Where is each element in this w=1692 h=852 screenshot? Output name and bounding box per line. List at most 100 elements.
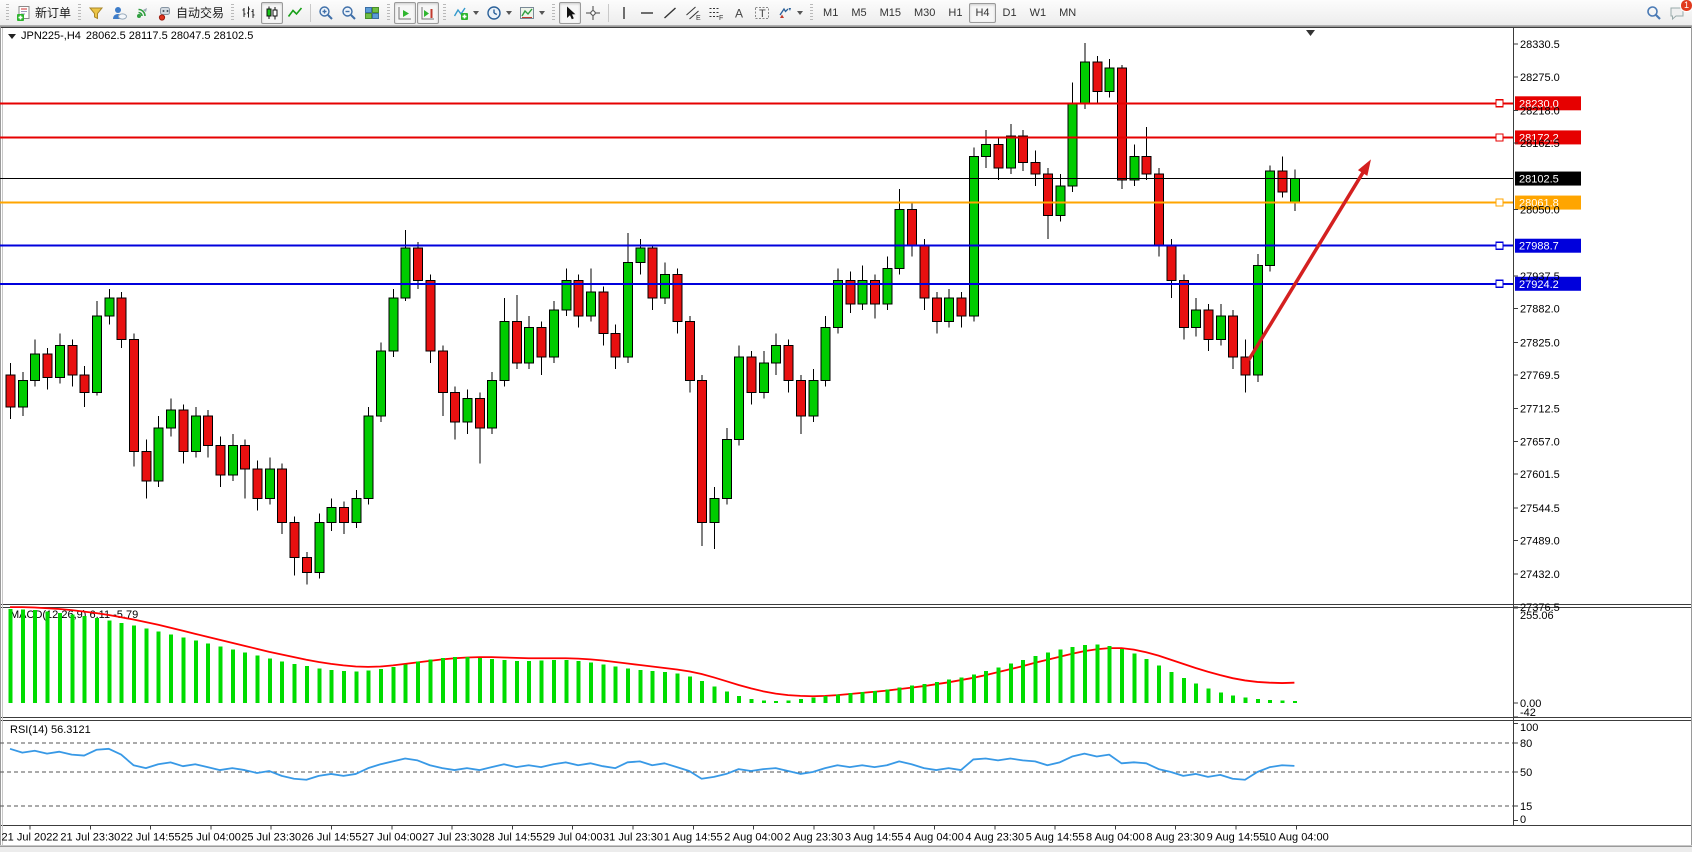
timeframe-d1-button[interactable]: D1 (997, 3, 1023, 23)
chart-canvas[interactable]: 28230.028172.228102.528061.827988.727924… (0, 26, 1692, 847)
svg-text:10 Aug 04:00: 10 Aug 04:00 (1264, 832, 1329, 844)
toolbar-drag-handle[interactable] (552, 4, 555, 22)
toolbar-drag-handle[interactable] (810, 4, 813, 22)
zoom-in-button[interactable] (315, 2, 337, 24)
chart-shift-button[interactable] (417, 2, 439, 24)
timeframe-m5-button[interactable]: M5 (845, 3, 872, 23)
svg-text:2 Aug 23:30: 2 Aug 23:30 (785, 832, 844, 844)
search-icon (1646, 5, 1662, 21)
toolbar-drag-handle[interactable] (6, 4, 9, 22)
svg-text:255.06: 255.06 (1520, 610, 1554, 622)
new-order-button[interactable]: 新订单 (13, 2, 74, 24)
cursor-button[interactable] (559, 2, 581, 24)
svg-text:15: 15 (1520, 801, 1532, 813)
vertical-line-button[interactable] (613, 2, 635, 24)
svg-text:27882.0: 27882.0 (1520, 304, 1560, 316)
indicators-dropdown-arrow (473, 11, 479, 15)
templates-button[interactable] (516, 2, 548, 24)
svg-text:27 Jul 23:30: 27 Jul 23:30 (422, 832, 482, 844)
level-handle (1496, 100, 1503, 107)
svg-text:1 Aug 14:55: 1 Aug 14:55 (664, 832, 723, 844)
chat-button[interactable]: 1 (1666, 2, 1689, 24)
trendline-icon (662, 5, 678, 21)
periods-dropdown-arrow (506, 11, 512, 15)
svg-text:3 Aug 14:55: 3 Aug 14:55 (845, 832, 904, 844)
fibonacci-button[interactable]: F (705, 2, 727, 24)
equidistant-channel-button[interactable]: E (682, 2, 704, 24)
horizontal-line-button[interactable] (636, 2, 658, 24)
arrows-icon (777, 5, 793, 21)
zoom-out-button[interactable] (338, 2, 360, 24)
svg-text:27712.5: 27712.5 (1520, 404, 1560, 416)
cursor-icon (562, 5, 578, 21)
level-handle (1496, 134, 1503, 141)
timeframe-m30-button[interactable]: M30 (908, 3, 941, 23)
periods-button[interactable] (483, 2, 515, 24)
text-button[interactable]: A (728, 2, 750, 24)
toolbar-drag-handle[interactable] (387, 4, 390, 22)
svg-text:2 Aug 04:00: 2 Aug 04:00 (724, 832, 783, 844)
funnel-icon (88, 5, 104, 21)
favorites-button[interactable] (85, 2, 107, 24)
text-icon: A (731, 5, 747, 21)
auto-scroll-button[interactable] (394, 2, 416, 24)
horizontal-line-icon (639, 5, 655, 21)
trendline-button[interactable] (659, 2, 681, 24)
timeframe-w1-button[interactable]: W1 (1024, 3, 1053, 23)
svg-text:50: 50 (1520, 767, 1532, 779)
svg-text:28050.0: 28050.0 (1520, 205, 1560, 217)
zoom-in-icon (318, 5, 334, 21)
community-button[interactable] (108, 2, 130, 24)
bar-chart-button[interactable] (238, 2, 260, 24)
toolbar-drag-handle[interactable] (78, 4, 81, 22)
svg-text:4 Aug 04:00: 4 Aug 04:00 (905, 832, 964, 844)
timeframe-mn-button[interactable]: MN (1053, 3, 1082, 23)
chart-background (0, 26, 1692, 847)
svg-text:27489.0: 27489.0 (1520, 536, 1560, 548)
svg-text:27 Jul 04:00: 27 Jul 04:00 (362, 832, 422, 844)
text-label-button[interactable]: T (751, 2, 773, 24)
timeframe-h4-button[interactable]: H4 (969, 3, 995, 23)
svg-text:31 Jul 23:30: 31 Jul 23:30 (603, 832, 663, 844)
svg-text:27601.5: 27601.5 (1520, 469, 1560, 481)
svg-text:27544.5: 27544.5 (1520, 503, 1560, 515)
arrows-dropdown-arrow (797, 11, 803, 15)
level-handle (1496, 199, 1503, 206)
chart-shift-icon (420, 5, 436, 21)
signals-button[interactable] (131, 2, 153, 24)
svg-text:E: E (696, 15, 701, 21)
svg-text:0: 0 (1520, 814, 1526, 826)
auto-scroll-icon (397, 5, 413, 21)
new-order-icon (16, 5, 32, 21)
svg-text:8 Aug 04:00: 8 Aug 04:00 (1086, 832, 1145, 844)
timeframe-h1-button[interactable]: H1 (942, 3, 968, 23)
toolbar-drag-handle[interactable] (443, 4, 446, 22)
search-button[interactable] (1643, 2, 1665, 24)
timeframe-m15-button[interactable]: M15 (874, 3, 907, 23)
svg-text:28275.0: 28275.0 (1520, 72, 1560, 84)
bar-chart-icon (241, 5, 257, 21)
level-handle (1496, 280, 1503, 287)
arrows-button[interactable] (774, 2, 806, 24)
chart-title-overlay: JPN225-,H4 28062.5 28117.5 28047.5 28102… (8, 30, 253, 42)
svg-text:27769.5: 27769.5 (1520, 370, 1560, 382)
svg-text:21 Jul 23:30: 21 Jul 23:30 (60, 832, 120, 844)
crosshair-button[interactable] (582, 2, 604, 24)
svg-text:4 Aug 23:30: 4 Aug 23:30 (965, 832, 1024, 844)
timeframe-m1-button[interactable]: M1 (817, 3, 844, 23)
vertical-line-icon (616, 5, 632, 21)
candlestick-icon (264, 5, 280, 21)
svg-text:5 Aug 14:55: 5 Aug 14:55 (1026, 832, 1085, 844)
autotrading-button[interactable]: 自动交易 (154, 2, 227, 24)
indicators-button[interactable] (450, 2, 482, 24)
candlestick-chart-button[interactable] (261, 2, 283, 24)
level-handle (1496, 242, 1503, 249)
tile-windows-button[interactable] (361, 2, 383, 24)
line-chart-button[interactable] (284, 2, 306, 24)
toolbar-drag-handle[interactable] (231, 4, 234, 22)
tile-windows-icon (364, 5, 380, 21)
indicators-icon (453, 5, 469, 21)
crosshair-icon (585, 5, 601, 21)
signal-icon (134, 5, 150, 21)
one-click-collapse-arrow[interactable] (8, 34, 16, 39)
